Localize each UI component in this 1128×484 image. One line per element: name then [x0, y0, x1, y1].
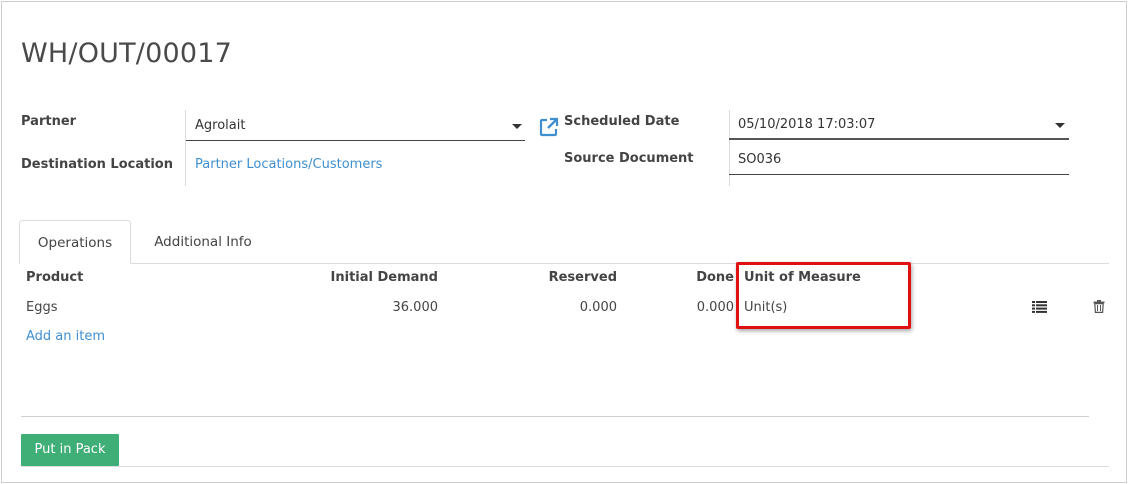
put-in-pack-button[interactable]: Put in Pack	[21, 434, 119, 466]
cell-product[interactable]: Eggs	[26, 300, 58, 315]
tab-operations[interactable]: Operations	[19, 220, 131, 264]
highlight-box	[736, 262, 911, 329]
destination-location-link[interactable]: Partner Locations/Customers	[195, 157, 382, 172]
add-item-link[interactable]: Add an item	[26, 329, 105, 344]
source-document-field[interactable]: SO036	[729, 147, 1069, 175]
partner-value: Agrolait	[195, 118, 246, 133]
destination-location-label: Destination Location	[21, 157, 173, 172]
trash-icon[interactable]	[1093, 300, 1105, 313]
divider	[21, 466, 1109, 467]
form-sheet: WH/OUT/00017 Partner Destination Locatio…	[1, 1, 1127, 483]
chevron-down-icon[interactable]	[512, 124, 522, 129]
column-header-product[interactable]: Product	[26, 270, 83, 285]
source-document-value: SO036	[738, 152, 782, 167]
divider	[21, 416, 1089, 417]
partner-field[interactable]: Agrolait	[186, 113, 525, 141]
source-document-label: Source Document	[564, 151, 694, 166]
record-title: WH/OUT/00017	[21, 38, 232, 69]
cell-initial-demand[interactable]: 36.000	[302, 300, 439, 315]
cell-done[interactable]: 0.000	[662, 300, 734, 315]
column-header-done[interactable]: Done	[662, 270, 734, 285]
partner-label: Partner	[21, 114, 77, 129]
scheduled-date-value: 05/10/2018 17:03:07	[738, 117, 876, 132]
scheduled-date-field[interactable]: 05/10/2018 17:03:07	[729, 112, 1069, 140]
cell-reserved[interactable]: 0.000	[502, 300, 617, 315]
list-icon[interactable]	[1032, 301, 1047, 313]
scheduled-date-label: Scheduled Date	[564, 114, 680, 129]
chevron-down-icon[interactable]	[1055, 123, 1065, 128]
column-header-initial-demand[interactable]: Initial Demand	[302, 270, 438, 285]
tab-additional-info[interactable]: Additional Info	[138, 220, 268, 264]
external-link-icon[interactable]	[538, 116, 560, 138]
column-header-reserved[interactable]: Reserved	[502, 270, 617, 285]
